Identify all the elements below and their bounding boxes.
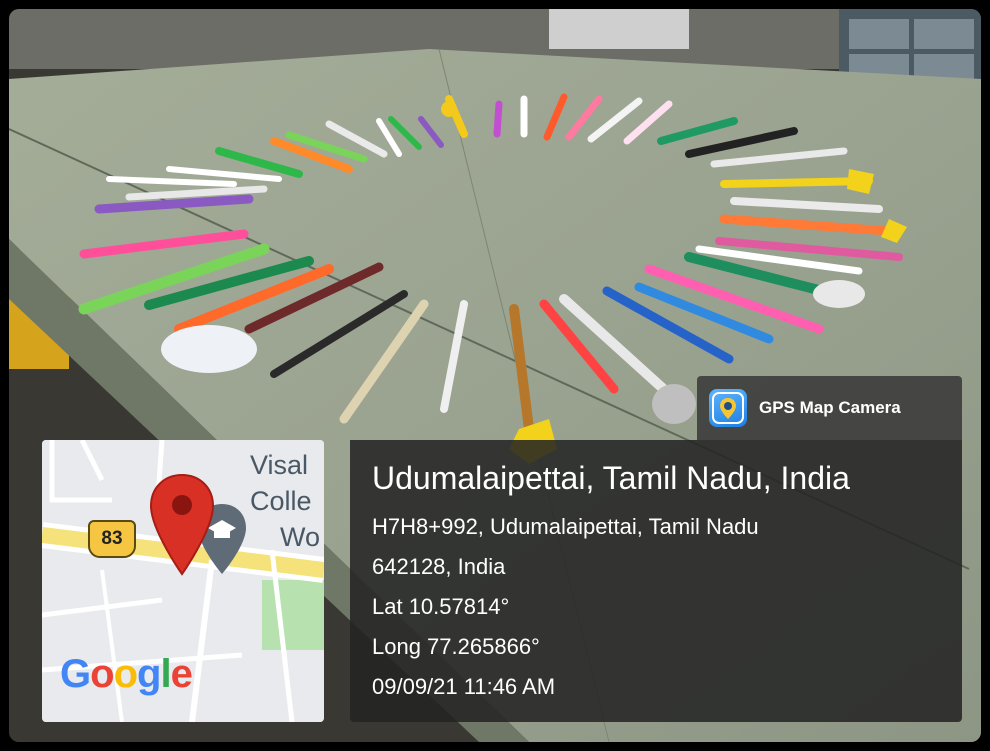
map-place-label: Wo (280, 522, 321, 552)
location-info-panel: Udumalaipettai, Tamil Nadu, India H7H8+9… (350, 440, 962, 722)
map-place-label: Colle (250, 486, 312, 516)
longitude: Long 77.265866° (372, 634, 540, 659)
gps-map-camera-badge: GPS Map Camera (697, 376, 962, 440)
gps-app-name: GPS Map Camera (759, 398, 901, 417)
address-line-2: 642128, India (372, 554, 506, 579)
google-logo: Google (60, 652, 193, 696)
address-line-1: H7H8+992, Udumalaipettai, Tamil Nadu (372, 514, 759, 539)
map-pin-icon (149, 473, 215, 576)
gps-camera-icon (709, 389, 747, 427)
screenshot: GPS Map Camera Udumalaipettai, Tamil Nad… (0, 0, 990, 751)
location-title: Udumalaipettai, Tamil Nadu, India (372, 460, 850, 496)
road-number-shield: 83 (88, 520, 136, 558)
datetime: 09/09/21 11:46 AM (372, 674, 556, 699)
map-thumbnail: Visal Colle Wo 83 Google (42, 440, 324, 722)
latitude: Lat 10.57814° (372, 594, 510, 619)
map-place-label: Visal (250, 450, 309, 480)
